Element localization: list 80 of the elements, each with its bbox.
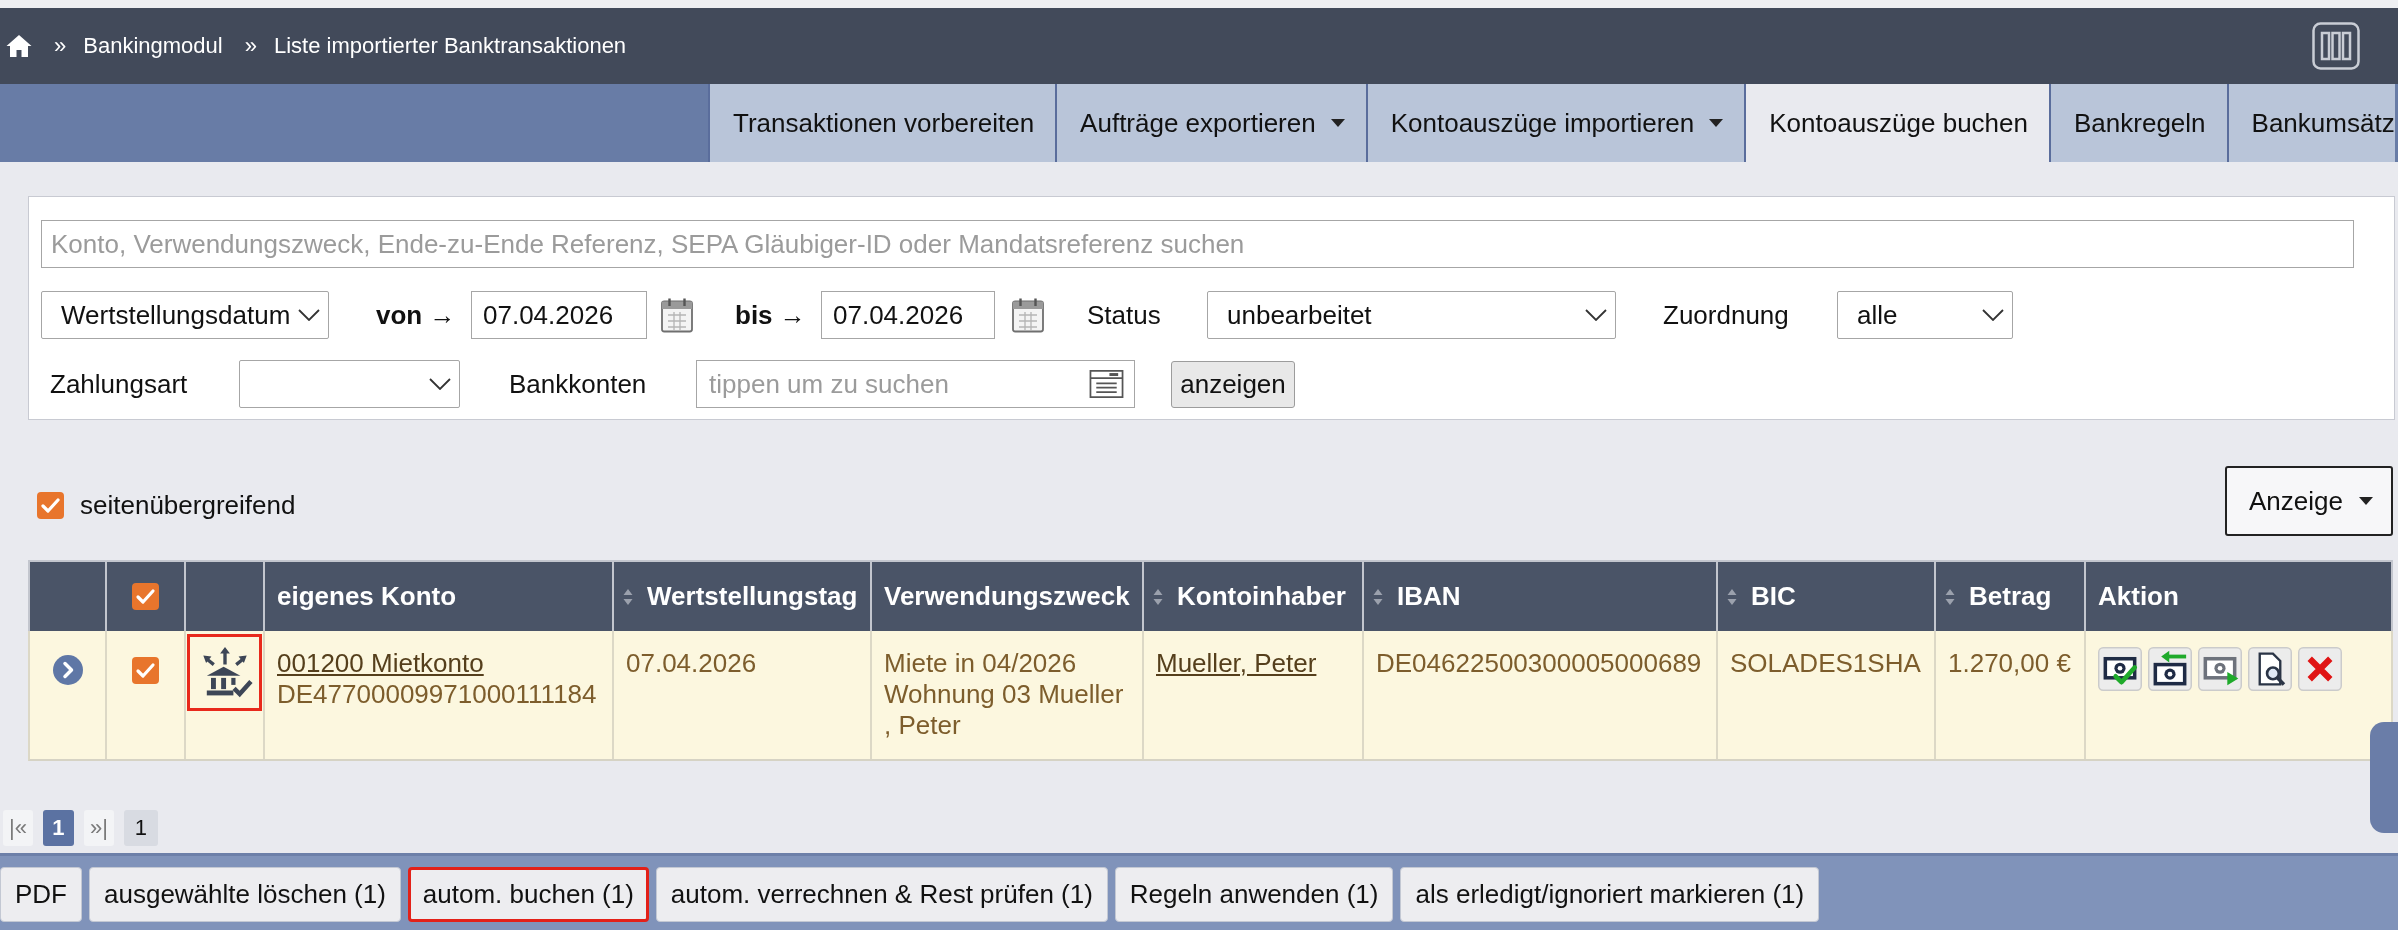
column-header: Aktion <box>2098 581 2179 612</box>
date-field[interactable]: 07.04.2026 <box>471 291 647 339</box>
columns-icon[interactable] <box>2312 22 2360 70</box>
chevron-down-icon <box>298 309 320 321</box>
column-header: Verwendungszweck <box>884 581 1130 612</box>
document-search-icon[interactable] <box>2248 647 2292 691</box>
sort-icon <box>1153 587 1163 606</box>
field-label: von → <box>376 299 457 331</box>
show-button[interactable]: anzeigen <box>1171 360 1295 408</box>
column-header[interactable]: IBAN <box>1373 581 1461 612</box>
column-header[interactable]: Wertstellungstag <box>623 581 858 612</box>
tab[interactable]: Kontoauszüge buchen <box>1744 84 2049 162</box>
banknote-check-icon[interactable] <box>2098 647 2142 691</box>
dropdown[interactable]: Wertstellungsdatum <box>41 291 329 339</box>
table-row[interactable]: 001200 Mietkonto DE47700009971000111184 07.04.2026 Miete in 04/2026 Wohnung 03 Mueller , Peter Mueller, Peter DE04622500300005000689 SOLADES1SHA 1.270,00 € <box>28 631 2393 761</box>
action-button[interactable]: als erledigt/ignoriert markieren (1) <box>1400 867 1820 922</box>
account-link[interactable]: 001200 Mietkonto <box>277 648 484 678</box>
field-label: bis → <box>735 299 807 331</box>
action-button[interactable]: PDF <box>0 867 82 922</box>
calendar-icon[interactable] <box>660 297 694 333</box>
sort-icon <box>1373 587 1383 606</box>
breadcrumb-separator: » <box>244 33 257 59</box>
cell-text: 1.270,00 € <box>1948 648 2071 678</box>
action-button[interactable]: Regeln anwenden (1) <box>1114 867 1394 922</box>
date-field[interactable]: 07.04.2026 <box>821 291 995 339</box>
side-panel-handle[interactable] <box>2370 722 2398 833</box>
banknote-arrow-right-icon[interactable] <box>2198 647 2242 691</box>
sort-icon <box>623 587 633 606</box>
chevron-right-circle-icon[interactable] <box>52 655 83 685</box>
dropdown[interactable]: unbearbeitet <box>1207 291 1616 339</box>
checkbox[interactable] <box>132 657 159 684</box>
cell-text: 07.04.2026 <box>626 648 757 678</box>
column-header: eigenes Konto <box>277 581 457 612</box>
last-page-button[interactable]: »| <box>83 810 114 846</box>
cross-icon[interactable] <box>2298 647 2342 691</box>
chevron-down-icon <box>1982 309 2004 321</box>
breadcrumb-link[interactable]: Liste importierter Banktransaktionen <box>273 33 627 59</box>
tab[interactable]: Bankumsätz <box>2226 84 2395 162</box>
tab[interactable]: Bankregeln <box>2049 84 2227 162</box>
field-label: Status <box>1087 299 1162 331</box>
home-icon[interactable] <box>6 34 32 58</box>
field-label: Bankkonten <box>509 368 648 400</box>
breadcrumb-link[interactable]: Bankingmodul <box>83 33 223 59</box>
field-label: Zahlungsart <box>50 368 189 400</box>
tab[interactable]: Aufträge exportieren <box>1055 84 1366 162</box>
caret-icon <box>1709 119 1724 127</box>
page-count: 1 <box>123 810 158 846</box>
display-menu-button[interactable]: Anzeige <box>2225 466 2393 536</box>
sort-icon <box>1727 587 1737 606</box>
action-button[interactable]: ausgewählte löschen (1) <box>89 867 401 922</box>
chevron-down-icon <box>1585 309 1607 321</box>
sort-icon <box>1945 587 1955 606</box>
banknote-arrow-left-icon[interactable] <box>2148 647 2192 691</box>
tab[interactable]: Transaktionen vorbereiten <box>708 84 1056 162</box>
purpose-text: Miete in 04/2026 Wohnung 03 Mueller , Peter <box>884 648 1124 741</box>
dropdown[interactable]: alle <box>1837 291 2013 339</box>
table-link[interactable]: Mueller, Peter <box>1156 648 1317 678</box>
search-field[interactable]: Konto, Verwendungszweck, Ende-zu-Ende Referenz, SEPA Gläubiger-ID oder Mandatsreferenz suchen <box>41 220 2354 268</box>
calendar-icon[interactable] <box>1011 297 1045 333</box>
column-header[interactable]: Betrag <box>1945 581 2052 612</box>
caret-icon <box>1330 119 1345 127</box>
breadcrumb-separator: » <box>54 33 67 59</box>
column-header[interactable]: BIC <box>1727 581 1796 612</box>
first-page-button[interactable]: |« <box>3 810 33 846</box>
checkbox-label: seitenübergreifend <box>80 489 296 521</box>
account-search-field[interactable]: tippen um zu suchen <box>696 360 1135 408</box>
list-icon[interactable] <box>1089 369 1124 399</box>
caret-icon <box>2359 497 2373 505</box>
cell-text: SOLADES1SHA <box>1730 648 1921 678</box>
account-iban-text: DE47700009971000111184 <box>277 679 597 709</box>
checkbox[interactable] <box>132 583 159 610</box>
column-header[interactable]: Kontoinhaber <box>1153 581 1346 612</box>
cell-text: DE04622500300005000689 <box>1376 648 1702 678</box>
action-button[interactable]: autom. verrechnen & Rest prüfen (1) <box>655 867 1108 922</box>
tab[interactable]: Kontoauszüge importieren <box>1365 84 1745 162</box>
field-label: Zuordnung <box>1663 299 1790 331</box>
chevron-down-icon <box>429 378 451 390</box>
action-button[interactable]: autom. buchen (1) <box>407 867 649 922</box>
checkbox[interactable] <box>37 491 64 519</box>
page-button[interactable]: 1 <box>42 810 74 846</box>
